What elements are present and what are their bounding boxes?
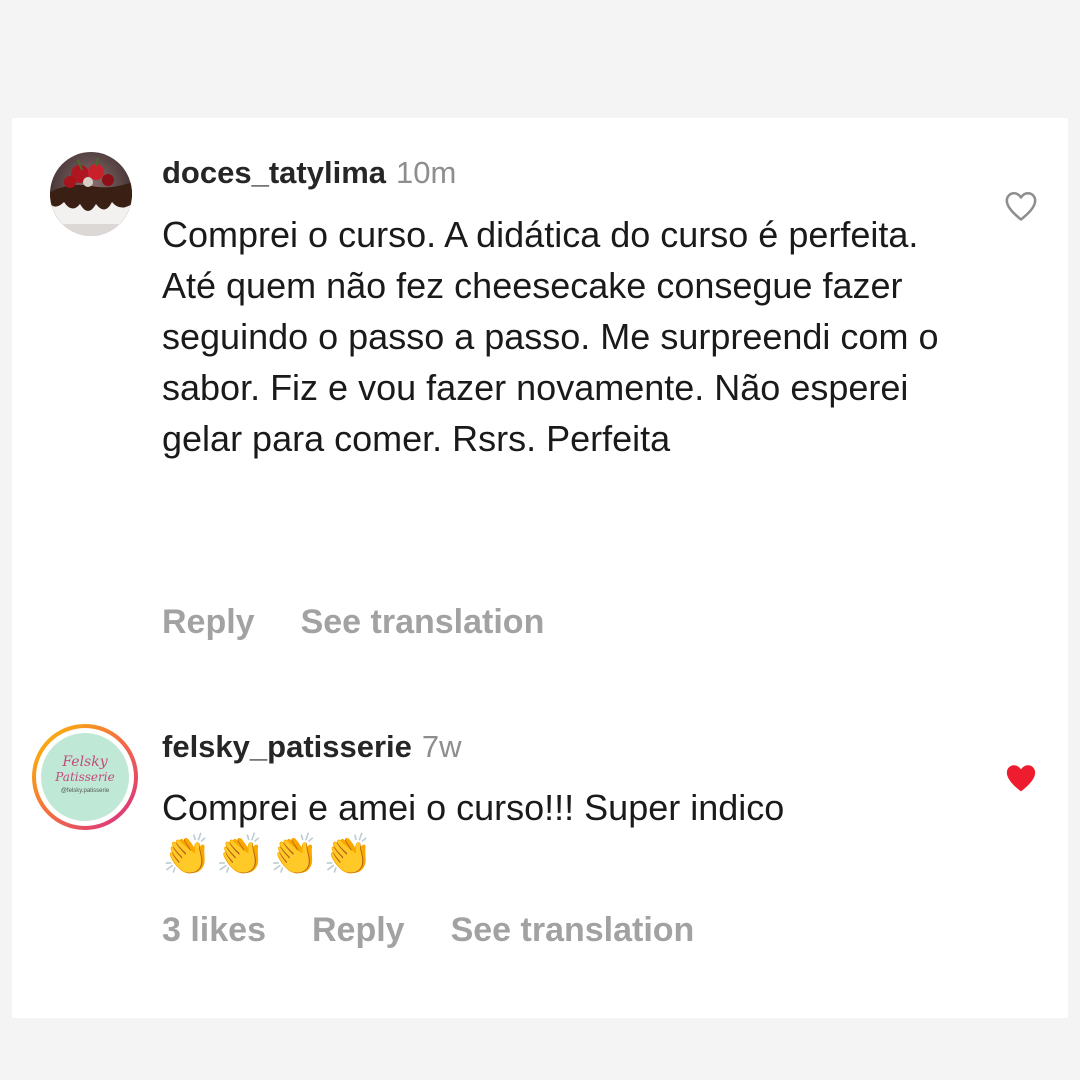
clapping-hands-emoji: 👏👏👏👏 [162, 833, 378, 877]
logo-title-line: Felsky [62, 754, 108, 770]
comment-time: 10m [396, 155, 457, 190]
avatar[interactable] [50, 152, 132, 236]
comment-text: Comprei e amei o curso!!! Super indico [162, 787, 785, 828]
see-translation-button[interactable]: See translation [451, 910, 695, 950]
comments-panel: doces_tatylima 10m Comprei o curso. A did… [12, 118, 1068, 1018]
comment-actions: 3 likes Reply See translation [162, 910, 740, 950]
comment-header: felsky_patisserie 7w [162, 728, 462, 772]
avatar: Felsky Patisserie @felsky.patisserie [36, 728, 134, 826]
felsky-logo-icon: Felsky Patisserie @felsky.patisserie [41, 733, 129, 821]
likes-count[interactable]: 3 likes [162, 910, 266, 950]
reply-button[interactable]: Reply [162, 602, 255, 642]
see-translation-button[interactable]: See translation [301, 602, 545, 642]
comment-time: 7w [421, 729, 462, 764]
comment-text: Comprei o curso. A didática do curso é p… [162, 214, 939, 459]
comment-actions: Reply See translation [162, 602, 590, 642]
screenshot-background: doces_tatylima 10m Comprei o curso. A did… [0, 0, 1080, 1080]
avatar-story-ring[interactable]: Felsky Patisserie @felsky.patisserie [32, 724, 138, 830]
heart-outline-icon[interactable] [1004, 190, 1038, 222]
username[interactable]: doces_tatylima [162, 155, 386, 190]
cake-avatar-icon [50, 152, 132, 236]
logo-subtitle-line: Patisserie [55, 770, 115, 784]
logo-handle: @felsky.patisserie [60, 788, 110, 794]
reply-button[interactable]: Reply [312, 910, 405, 950]
comment-header: doces_tatylima 10m [162, 154, 456, 198]
username[interactable]: felsky_patisserie [162, 729, 412, 764]
heart-filled-icon[interactable] [1004, 762, 1038, 794]
